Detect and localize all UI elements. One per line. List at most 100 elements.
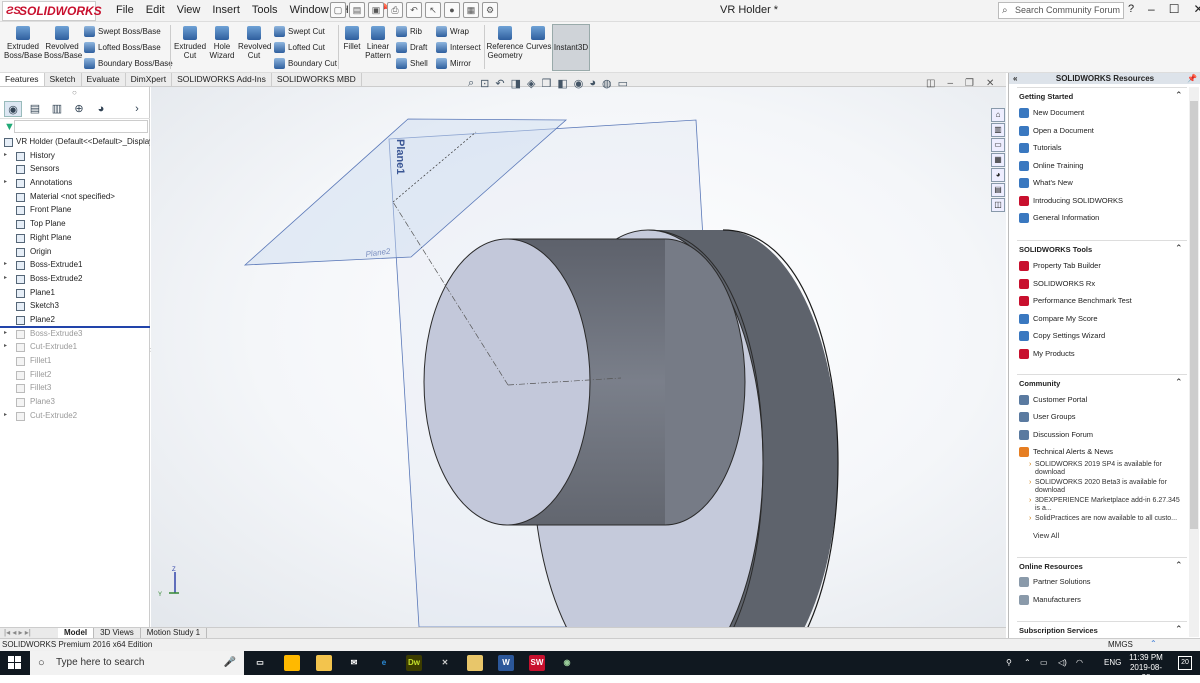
swept-cut-button[interactable]: Swept Cut <box>274 26 325 38</box>
collapse-section-icon[interactable]: ⌃ <box>1175 377 1183 388</box>
revolved-boss-button[interactable]: Revolved Boss/Base <box>44 26 82 60</box>
menu-tools[interactable]: Tools <box>246 0 284 22</box>
tab-evaluate[interactable]: Evaluate <box>82 73 126 86</box>
tree-item[interactable]: Sensors <box>0 162 150 176</box>
zoom-to-area-icon[interactable]: ⊡ <box>480 77 489 90</box>
resource-link[interactable]: New Document <box>1019 107 1084 118</box>
tab-model[interactable]: Model <box>58 628 95 638</box>
dreamweaver-icon[interactable]: Dw <box>406 655 422 671</box>
viewport-close-icon[interactable]: ✕ <box>986 78 994 89</box>
section-tools[interactable]: SOLIDWORKS Tools ⌃ <box>1019 243 1183 254</box>
rollback-bar[interactable] <box>0 326 150 328</box>
viewport-minimize-icon[interactable]: – <box>947 78 953 89</box>
clock[interactable]: 11:39 PM 2019-08-28 <box>1126 653 1166 683</box>
custom-properties-icon[interactable]: ▤ <box>991 183 1005 197</box>
xbox-icon[interactable]: ✕ <box>437 655 453 671</box>
panel-next-arrow-icon[interactable]: › <box>128 101 146 117</box>
solidworks-logo[interactable]: ƧS SOLIDWORKS <box>2 1 102 21</box>
menu-window[interactable]: Window <box>284 0 335 22</box>
collapse-section-icon[interactable]: ⌃ <box>1175 560 1183 571</box>
tab-addins[interactable]: SOLIDWORKS Add-Ins <box>172 73 272 86</box>
tab-dimxpert[interactable]: DimXpert <box>126 73 173 86</box>
swept-boss-button[interactable]: Swept Boss/Base <box>84 26 161 38</box>
tab-features[interactable]: Features <box>0 73 45 86</box>
file-properties-icon[interactable]: ▦ <box>463 2 479 18</box>
section-online[interactable]: Online Resources ⌃ <box>1019 560 1183 571</box>
resource-link[interactable]: Introducing SOLIDWORKS <box>1019 195 1123 206</box>
print-icon[interactable]: ⎙ <box>387 2 403 18</box>
taskbar-search-input[interactable]: ○ Type here to search 🎤 <box>30 651 244 675</box>
notifications-icon[interactable]: 20 <box>1178 656 1192 670</box>
configuration-manager-tab-icon[interactable]: ▥ <box>48 101 66 117</box>
resource-link[interactable]: SOLIDWORKS Rx <box>1019 278 1095 289</box>
graphics-area[interactable]: Plane1 Plane2 Z Y <box>151 87 1006 683</box>
resource-link[interactable]: User Groups <box>1019 411 1076 423</box>
shell-button[interactable]: Shell <box>396 58 428 70</box>
resource-link[interactable]: Partner Solutions <box>1019 576 1091 587</box>
display-manager-tab-icon[interactable]: ◕ <box>92 101 110 117</box>
new-icon[interactable]: ▢ <box>330 2 346 18</box>
options-icon[interactable]: ⚙ <box>482 2 498 18</box>
property-manager-tab-icon[interactable]: ▤ <box>26 101 44 117</box>
reference-geometry-button[interactable]: Reference Geometry <box>486 26 524 60</box>
tree-item[interactable]: Fillet2 <box>0 368 150 382</box>
save-icon[interactable]: ▣ <box>368 2 384 18</box>
tab-mbd[interactable]: SOLIDWORKS MBD <box>272 73 362 86</box>
open-icon[interactable]: ▤ <box>349 2 365 18</box>
mirror-button[interactable]: Mirror <box>436 58 471 70</box>
view-all-link[interactable]: View All <box>1019 530 1059 541</box>
resource-link[interactable]: My Products <box>1019 348 1075 359</box>
design-library-icon[interactable]: ▥ <box>991 123 1005 137</box>
units-arrow-icon[interactable]: ⌃ <box>1150 638 1157 650</box>
tree-item[interactable]: Front Plane <box>0 203 150 217</box>
store-icon[interactable] <box>284 655 300 671</box>
view-orientation-icon[interactable]: ❒ <box>541 77 551 90</box>
boss-end-face[interactable] <box>423 238 591 526</box>
draft-button[interactable]: Draft <box>396 42 427 54</box>
volume-icon[interactable]: ◁) <box>1058 651 1067 675</box>
model-view[interactable]: Plane1 Plane2 Z Y <box>151 87 1006 683</box>
curves-button[interactable]: Curves <box>526 26 551 51</box>
tree-item[interactable]: Sketch3 <box>0 299 150 313</box>
extruded-cut-button[interactable]: Extruded Cut <box>174 26 206 60</box>
maximize-button[interactable]: ☐ <box>1169 2 1180 16</box>
forum-icon[interactable]: ◫ <box>991 198 1005 212</box>
collapse-section-icon[interactable]: ⌃ <box>1175 243 1183 254</box>
view-palette-icon[interactable]: ▦ <box>991 153 1005 167</box>
section-getting_started[interactable]: Getting Started ⌃ <box>1019 90 1183 101</box>
view-settings-icon[interactable]: ▭ <box>618 77 628 90</box>
feature-manager-tab-icon[interactable]: ◉ <box>4 100 22 117</box>
resource-link[interactable]: Compare My Score <box>1019 313 1098 324</box>
home-icon[interactable]: ⌂ <box>991 108 1005 122</box>
pin-pane-icon[interactable]: 📌 <box>1187 73 1197 84</box>
panel-grip-icon[interactable]: ○ <box>72 88 77 97</box>
tab-motion-study[interactable]: Motion Study 1 <box>141 628 208 638</box>
tree-item[interactable]: ▸ Boss-Extrude1 <box>0 258 150 272</box>
tree-item[interactable]: Plane2 <box>0 313 150 327</box>
units-selector[interactable]: MMGS <box>1108 639 1133 651</box>
tree-item[interactable]: Top Plane <box>0 217 150 231</box>
language-indicator[interactable]: ENG <box>1104 651 1121 675</box>
collapse-section-icon[interactable]: ⌃ <box>1175 624 1183 635</box>
minimize-button[interactable]: – <box>1148 2 1155 16</box>
app-icon[interactable]: ◉ <box>559 655 575 671</box>
resource-link[interactable]: General Information <box>1019 212 1099 223</box>
viewport-restore-icon[interactable]: ◫ <box>926 78 935 89</box>
show-hidden-icons-icon[interactable]: ⌃ <box>1024 651 1031 675</box>
tree-item[interactable]: Origin <box>0 245 150 259</box>
task-view-icon[interactable]: ▭ <box>252 655 268 671</box>
appearances-icon[interactable]: ◕ <box>991 168 1005 182</box>
previous-view-icon[interactable]: ↶ <box>495 77 504 90</box>
menu-edit[interactable]: Edit <box>140 0 171 22</box>
tree-item[interactable]: ▸ Cut-Extrude1 <box>0 340 150 354</box>
tree-item[interactable]: Plane3 <box>0 395 150 409</box>
word-icon[interactable]: W <box>498 655 514 671</box>
dimxpert-manager-tab-icon[interactable]: ⊕ <box>70 101 88 117</box>
section-community[interactable]: Community ⌃ <box>1019 377 1183 388</box>
network-icon[interactable]: ▭ <box>1040 651 1048 675</box>
mail-icon[interactable]: ✉ <box>346 655 362 671</box>
tree-root-part[interactable]: VR Holder (Default<<Default>_Display S <box>0 135 150 149</box>
resource-link[interactable]: Open a Document <box>1019 125 1094 136</box>
instant3d-button[interactable]: Instant3D <box>552 24 590 71</box>
hole-wizard-button[interactable]: Hole Wizard <box>208 26 236 60</box>
